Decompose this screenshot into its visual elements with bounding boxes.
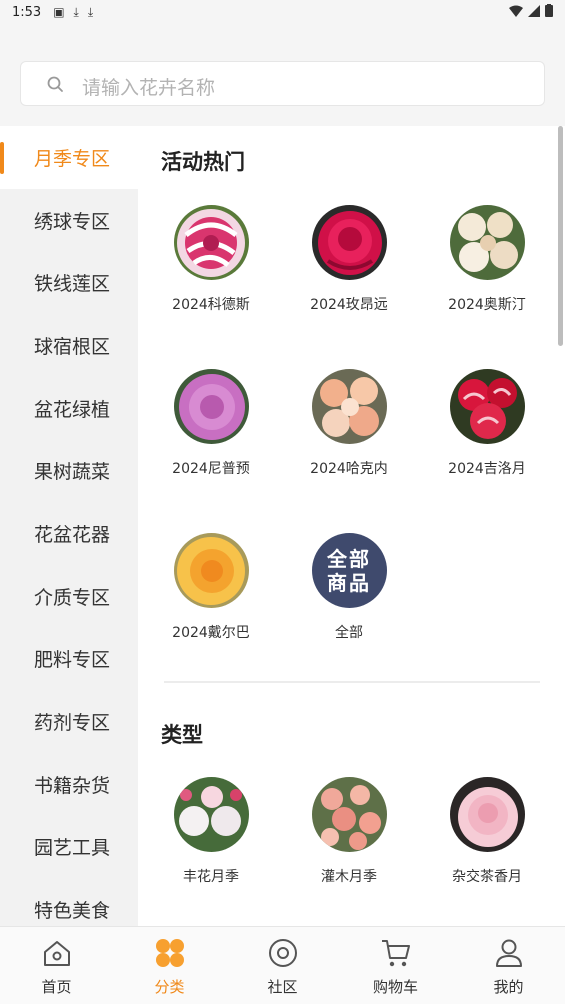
sidebar-item-label: 果树蔬菜 (34, 461, 111, 484)
tab-category[interactable]: 分类 (113, 927, 226, 1004)
product-item[interactable]: 2024哈克内 (280, 369, 418, 478)
sidebar-item-label: 药剂专区 (34, 712, 111, 735)
signal-icon (528, 4, 540, 17)
tab-label: 购物车 (372, 978, 418, 996)
sidebar-item-pesticide[interactable]: 药剂专区 (0, 690, 138, 753)
type-label: 灌木月季 (321, 869, 377, 885)
rose-cream-icon (449, 205, 525, 280)
type-item[interactable]: 杂交茶香月 (418, 777, 556, 886)
sidebar-item-label: 球宿根区 (34, 335, 111, 358)
product-item[interactable]: 2024吉洛月 (418, 369, 556, 478)
sidebar-item-label: 肥料专区 (34, 649, 111, 672)
product-label: 2024哈克内 (310, 461, 388, 477)
sidebar-item-label: 花盆花器 (34, 523, 111, 546)
sidebar-item-label: 书籍杂货 (34, 774, 111, 797)
product-label: 2024尼普预 (172, 461, 250, 477)
sidebar-item-label: 盆花绿植 (34, 398, 111, 421)
sidebar-item-tools[interactable]: 园艺工具 (0, 816, 138, 879)
rose-yellow-orange-icon (173, 533, 249, 608)
status-indicators (509, 4, 553, 17)
status-time: 1:53 (12, 4, 42, 20)
category-icon (155, 939, 184, 967)
sidebar-item-label: 月季专区 (34, 147, 111, 170)
scrollbar[interactable] (558, 126, 563, 346)
sidebar-item-label: 铁线莲区 (34, 273, 111, 296)
product-label: 全部 (335, 625, 363, 641)
type-item[interactable]: 灌木月季 (280, 777, 418, 886)
tab-label: 社区 (267, 978, 298, 996)
sidebar-item-books[interactable]: 书籍杂货 (0, 753, 138, 816)
community-icon (268, 939, 297, 967)
sidebar-item-pots[interactable]: 花盆花器 (0, 502, 138, 565)
category-content: 活动热门 2024科德斯 2024玫昂远 2024奥斯汀 2024尼普预 202… (138, 126, 565, 926)
product-label: 2024戴尔巴 (172, 625, 250, 641)
section-title-hot: 活动热门 (161, 150, 245, 174)
category-sidebar: 月季专区 绣球专区 铁线莲区 球宿根区 盆花绿植 果树蔬菜 花盆花器 介质专区 … (0, 126, 138, 926)
type-label: 杂交茶香月 (452, 869, 522, 885)
rose-soft-pink-icon (449, 777, 525, 852)
profile-icon (495, 939, 522, 967)
rose-pink-shrub-icon (311, 777, 387, 852)
section-title-types: 类型 (161, 723, 203, 747)
sidebar-item-label: 绣球专区 (34, 210, 111, 233)
home-icon (43, 941, 70, 966)
tab-home[interactable]: 首页 (0, 927, 113, 1004)
sidebar-item-food[interactable]: 特色美食 (0, 878, 138, 926)
sidebar-item-label: 园艺工具 (34, 837, 111, 860)
sidebar-item-fertilizer[interactable]: 肥料专区 (0, 628, 138, 691)
sidebar-item-label: 特色美食 (34, 900, 111, 923)
product-label: 2024玫昂远 (310, 297, 388, 313)
sidebar-item-fruit-veg[interactable]: 果树蔬菜 (0, 439, 138, 502)
product-label: 2024奥斯汀 (448, 297, 526, 313)
cart-icon (381, 940, 410, 967)
sidebar-item-medium[interactable]: 介质专区 (0, 565, 138, 628)
rose-white-cluster-icon (173, 777, 249, 852)
rose-magenta-icon (311, 205, 387, 280)
badge-line: 全部 (327, 546, 371, 571)
product-item[interactable]: 2024奥斯汀 (418, 205, 556, 314)
download-icon: ⤓ (87, 4, 94, 19)
rose-pink-white-striped-icon (173, 205, 249, 280)
sidebar-item-clematis[interactable]: 铁线莲区 (0, 251, 138, 314)
search-placeholder: 请输入花卉名称 (82, 77, 216, 99)
sidebar-item-potted[interactable]: 盆花绿植 (0, 377, 138, 440)
sidebar-item-bulbs[interactable]: 球宿根区 (0, 314, 138, 377)
bottom-tab-bar: 首页 分类 社区 购物车 我的 (0, 926, 565, 1004)
product-item[interactable]: 2024尼普预 (142, 369, 280, 478)
search-icon (47, 76, 63, 92)
wifi-icon (509, 5, 523, 17)
tab-label: 首页 (41, 978, 72, 996)
product-item[interactable]: 2024科德斯 (142, 205, 280, 314)
notification-a-icon: ▣ (53, 5, 65, 19)
tab-community[interactable]: 社区 (226, 927, 339, 1004)
rose-red-striped-icon (449, 369, 525, 444)
product-label: 2024吉洛月 (448, 461, 526, 477)
type-item[interactable]: 丰花月季 (142, 777, 280, 886)
search-input[interactable]: 请输入花卉名称 (20, 61, 545, 106)
rose-peach-icon (311, 369, 387, 444)
battery-icon (545, 4, 553, 17)
status-bar: 1:53 ▣ ⤓ ⤓ (0, 0, 565, 24)
type-label: 丰花月季 (183, 869, 239, 885)
tab-cart[interactable]: 购物车 (339, 927, 452, 1004)
download-icon: ⤓ (73, 4, 79, 19)
sidebar-item-label: 介质专区 (34, 586, 111, 609)
badge-line: 商品 (327, 570, 371, 595)
tab-label: 分类 (154, 978, 185, 996)
section-divider (164, 681, 540, 683)
sidebar-item-rose[interactable]: 月季专区 (0, 126, 138, 189)
rose-lilac-icon (173, 369, 249, 444)
product-item[interactable]: 2024戴尔巴 (142, 533, 280, 642)
all-products-item[interactable]: 全部 商品 全部 (280, 533, 418, 642)
product-label: 2024科德斯 (172, 297, 250, 313)
product-item[interactable]: 2024玫昂远 (280, 205, 418, 314)
sidebar-item-hydrangea[interactable]: 绣球专区 (0, 189, 138, 252)
tab-profile[interactable]: 我的 (452, 927, 565, 1004)
all-products-badge: 全部 商品 (311, 533, 387, 608)
tab-label: 我的 (493, 978, 524, 996)
